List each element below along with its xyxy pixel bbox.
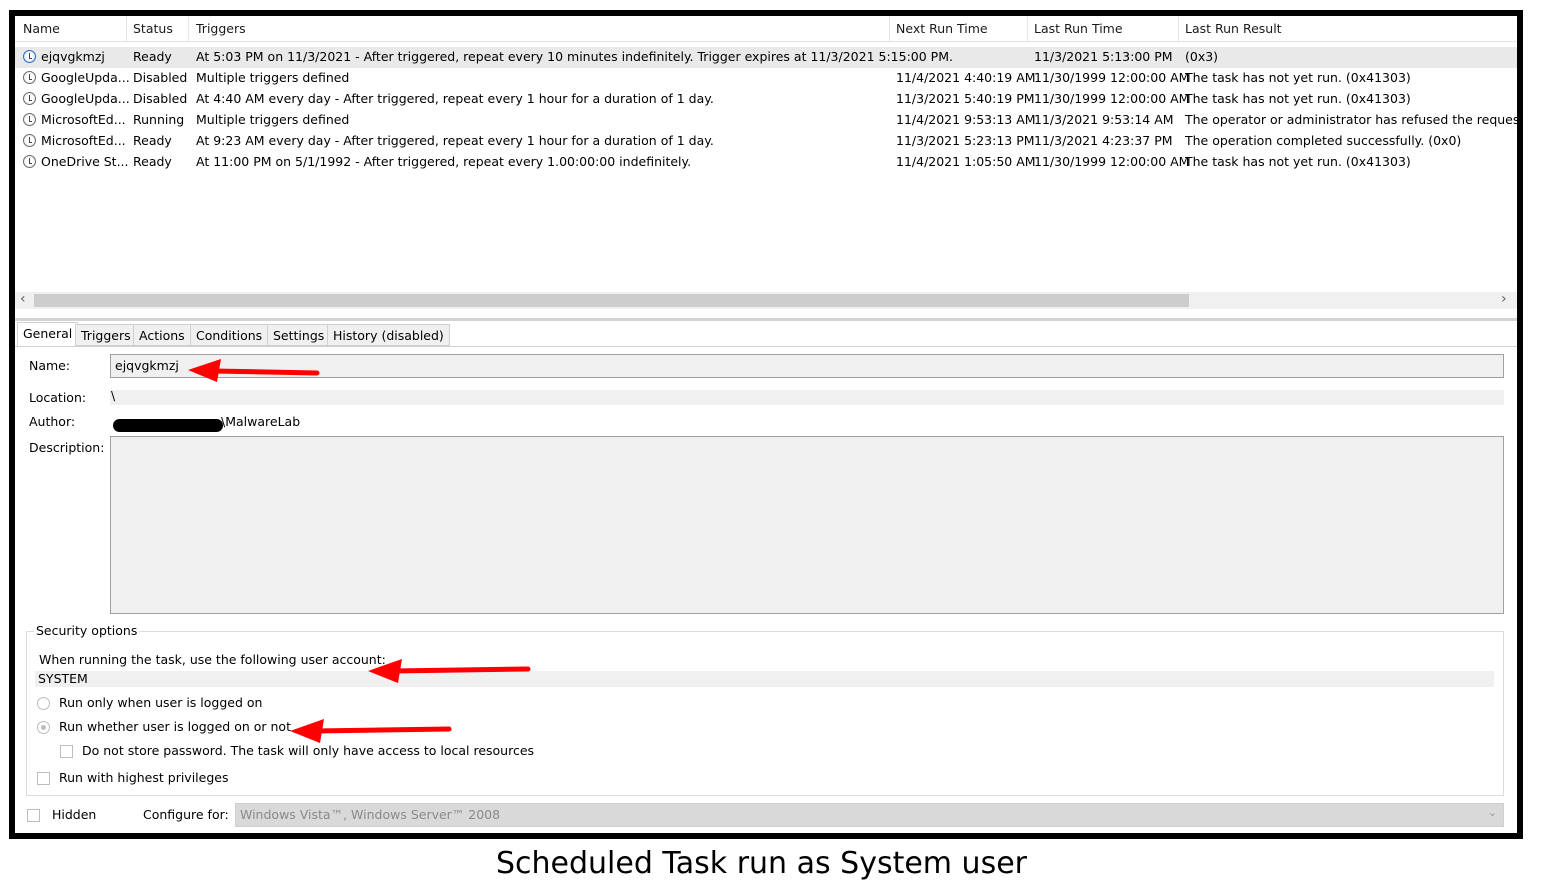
table-row[interactable]: GoogleUpda... Disabled Multiple triggers…	[15, 68, 1517, 89]
task-clock-icon	[23, 113, 36, 126]
task-scheduler-window: Name Status Triggers Next Run Time Last …	[9, 10, 1523, 839]
author-value: \MalwareLab	[221, 414, 301, 429]
highest-privileges-label: Run with highest privileges	[59, 770, 229, 785]
radio-run-only-logged-on[interactable]	[37, 697, 50, 710]
configure-for-select[interactable]: Windows Vista™, Windows Server™ 2008 ⌄	[235, 803, 1504, 827]
description-label: Description:	[29, 440, 105, 455]
radio-run-whether-logged-on-label: Run whether user is logged on or not	[59, 719, 291, 734]
name-label: Name:	[29, 358, 71, 373]
table-row[interactable]: MicrosoftEd... Running Multiple triggers…	[15, 110, 1517, 131]
task-clock-icon	[23, 50, 36, 63]
column-header-next-run-time[interactable]: Next Run Time	[896, 21, 988, 36]
radio-run-whether-logged-on[interactable]	[37, 721, 50, 734]
description-field[interactable]	[110, 436, 1504, 614]
tab-settings[interactable]: Settings	[267, 324, 331, 346]
annotation-arrow-icon	[188, 359, 320, 382]
table-row[interactable]: MicrosoftEd... Ready At 9:23 AM every da…	[15, 131, 1517, 152]
tab-actions[interactable]: Actions	[133, 324, 191, 346]
user-account-field: SYSTEM	[35, 671, 1494, 687]
column-header-triggers[interactable]: Triggers	[196, 21, 246, 36]
task-clock-icon	[23, 134, 36, 147]
task-list-header: Name Status Triggers Next Run Time Last …	[15, 16, 1517, 42]
column-header-last-run-time[interactable]: Last Run Time	[1034, 21, 1123, 36]
hidden-label: Hidden	[52, 807, 97, 822]
security-options-title: Security options	[34, 623, 140, 638]
tab-conditions[interactable]: Conditions	[190, 324, 269, 346]
tab-general[interactable]: General	[17, 322, 79, 347]
location-field	[110, 390, 1504, 405]
pane-splitter[interactable]	[15, 318, 1517, 321]
chevron-down-icon: ⌄	[1487, 806, 1497, 819]
radio-run-only-logged-on-label: Run only when user is logged on	[59, 695, 263, 710]
column-header-name[interactable]: Name	[23, 21, 60, 36]
scroll-right-arrow-icon[interactable]: ›	[1501, 291, 1507, 307]
table-row[interactable]: ejqvgkmzj Ready At 5:03 PM on 11/3/2021 …	[15, 47, 1517, 68]
task-clock-icon	[23, 155, 36, 168]
horizontal-scrollbar[interactable]: ‹ ›	[15, 291, 1517, 309]
column-header-status[interactable]: Status	[133, 21, 173, 36]
checkbox-do-not-store-password[interactable]	[60, 745, 73, 758]
tab-triggers[interactable]: Triggers	[75, 324, 137, 346]
user-account-prompt: When running the task, use the following…	[39, 652, 386, 667]
redaction-mark	[113, 419, 223, 432]
scroll-left-arrow-icon[interactable]: ‹	[20, 291, 26, 307]
checkbox-highest-privileges[interactable]	[37, 772, 50, 785]
figure-caption: Scheduled Task run as System user	[495, 846, 1027, 881]
configure-for-label: Configure for:	[143, 807, 229, 822]
location-label: Location:	[29, 390, 87, 405]
task-clock-icon	[23, 92, 36, 105]
tab-history[interactable]: History (disabled)	[327, 324, 450, 346]
annotation-arrow-icon	[368, 659, 531, 683]
column-header-last-run-result[interactable]: Last Run Result	[1185, 21, 1282, 36]
table-row[interactable]: GoogleUpda... Disabled At 4:40 AM every …	[15, 89, 1517, 110]
task-clock-icon	[23, 71, 36, 84]
task-list: Name Status Triggers Next Run Time Last …	[15, 16, 1517, 316]
checkbox-hidden[interactable]	[27, 809, 40, 822]
table-row[interactable]: OneDrive St... Ready At 11:00 PM on 5/1/…	[15, 152, 1517, 173]
annotation-arrow-icon	[290, 719, 452, 743]
author-label: Author:	[29, 414, 76, 429]
location-value: \	[111, 388, 116, 403]
scrollbar-thumb[interactable]	[34, 294, 1189, 307]
